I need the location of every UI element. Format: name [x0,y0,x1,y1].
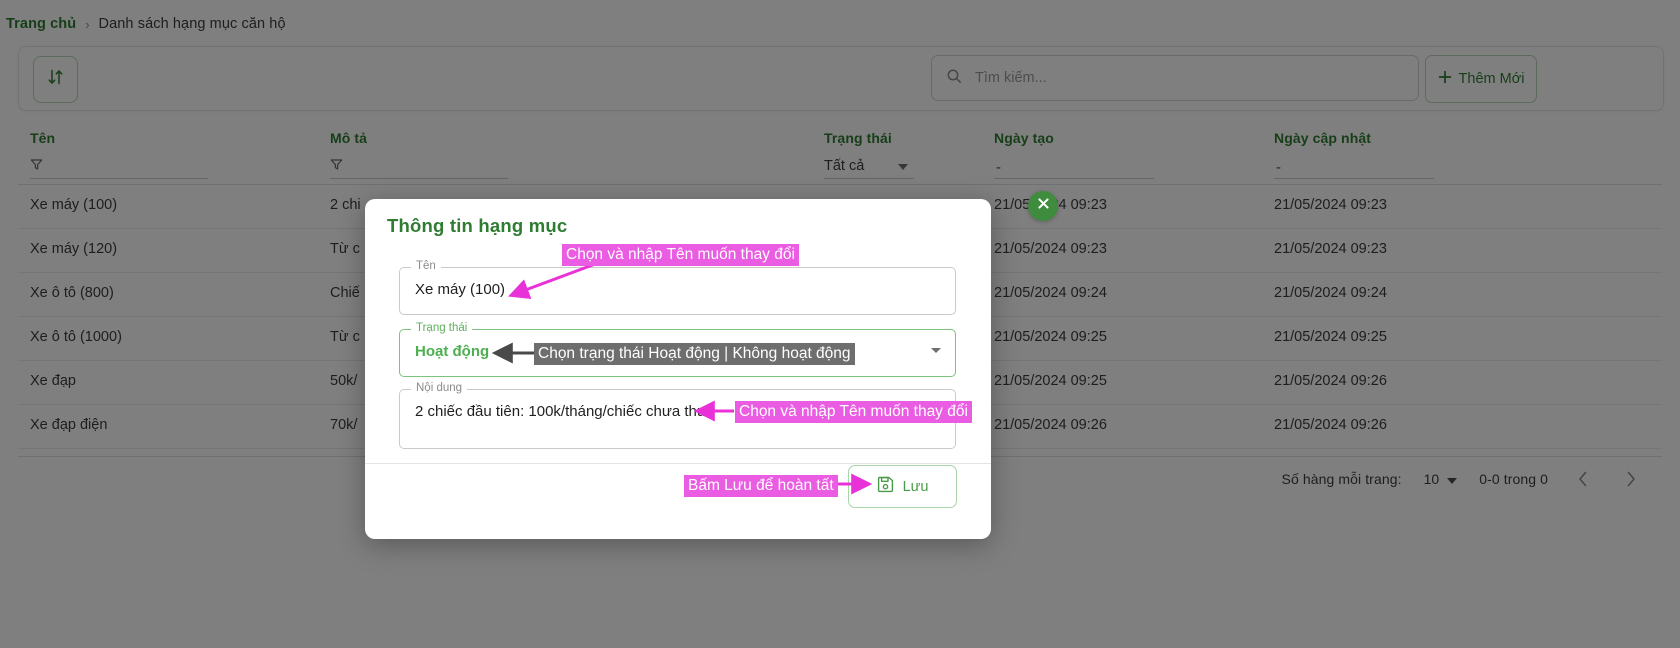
app-root: Trang chủ › Danh sách hạng mục căn hộ [0,0,1680,648]
annotation-save-label: Bấm Lưu để hoàn tất [684,475,838,497]
close-dialog-button[interactable] [1028,191,1058,221]
name-field-value: Xe máy (100) [415,281,506,298]
save-button-label: Lưu [902,478,929,495]
annotation-name-label: Chọn và nhập Tên muốn thay đổi [562,244,799,266]
status-field-value: Hoạt động [415,343,490,360]
status-field-label: Trạng thái [411,322,473,334]
dialog-footer-divider [365,463,991,464]
name-field[interactable]: Tên Xe máy (100) [399,260,956,315]
note-field-label: Nội dung [411,382,468,394]
note-field-value: 2 chiếc đầu tiên: 100k/tháng/chiếc chưa … [415,403,714,420]
dialog-title: Thông tin hạng mục [387,215,568,236]
save-button[interactable]: Lưu [848,465,957,508]
annotation-note-label: Chọn và nhập Tên muốn thay đổi [735,401,972,423]
annotation-status-label: Chọn trạng thái Hoạt động | Không hoạt đ… [534,343,855,365]
chevron-down-icon [931,348,941,353]
name-field-label: Tên [411,260,441,272]
save-floppy-icon [877,476,894,497]
close-icon [1036,196,1051,216]
